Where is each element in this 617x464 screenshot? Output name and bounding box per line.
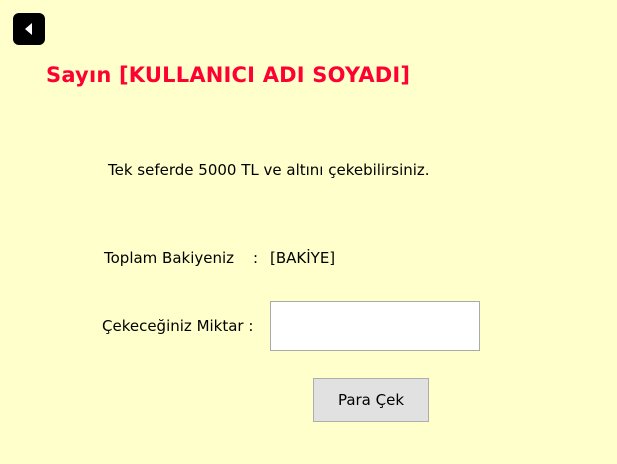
balance-separator: : [253, 249, 259, 267]
back-arrow-icon [25, 23, 32, 35]
balance-label: Toplam Bakiyeniz [104, 249, 235, 267]
withdraw-button[interactable]: Para Çek [313, 378, 429, 422]
greeting-title: Sayın [KULLANICI ADI SOYADI] [46, 63, 411, 87]
balance-value: [BAKİYE] [270, 249, 336, 267]
back-button[interactable] [13, 13, 45, 45]
amount-label: Çekeceğiniz Miktar : [102, 317, 254, 335]
withdraw-limit-info: Tek seferde 5000 TL ve altını çekebilirs… [108, 161, 430, 179]
amount-input[interactable] [270, 301, 480, 351]
